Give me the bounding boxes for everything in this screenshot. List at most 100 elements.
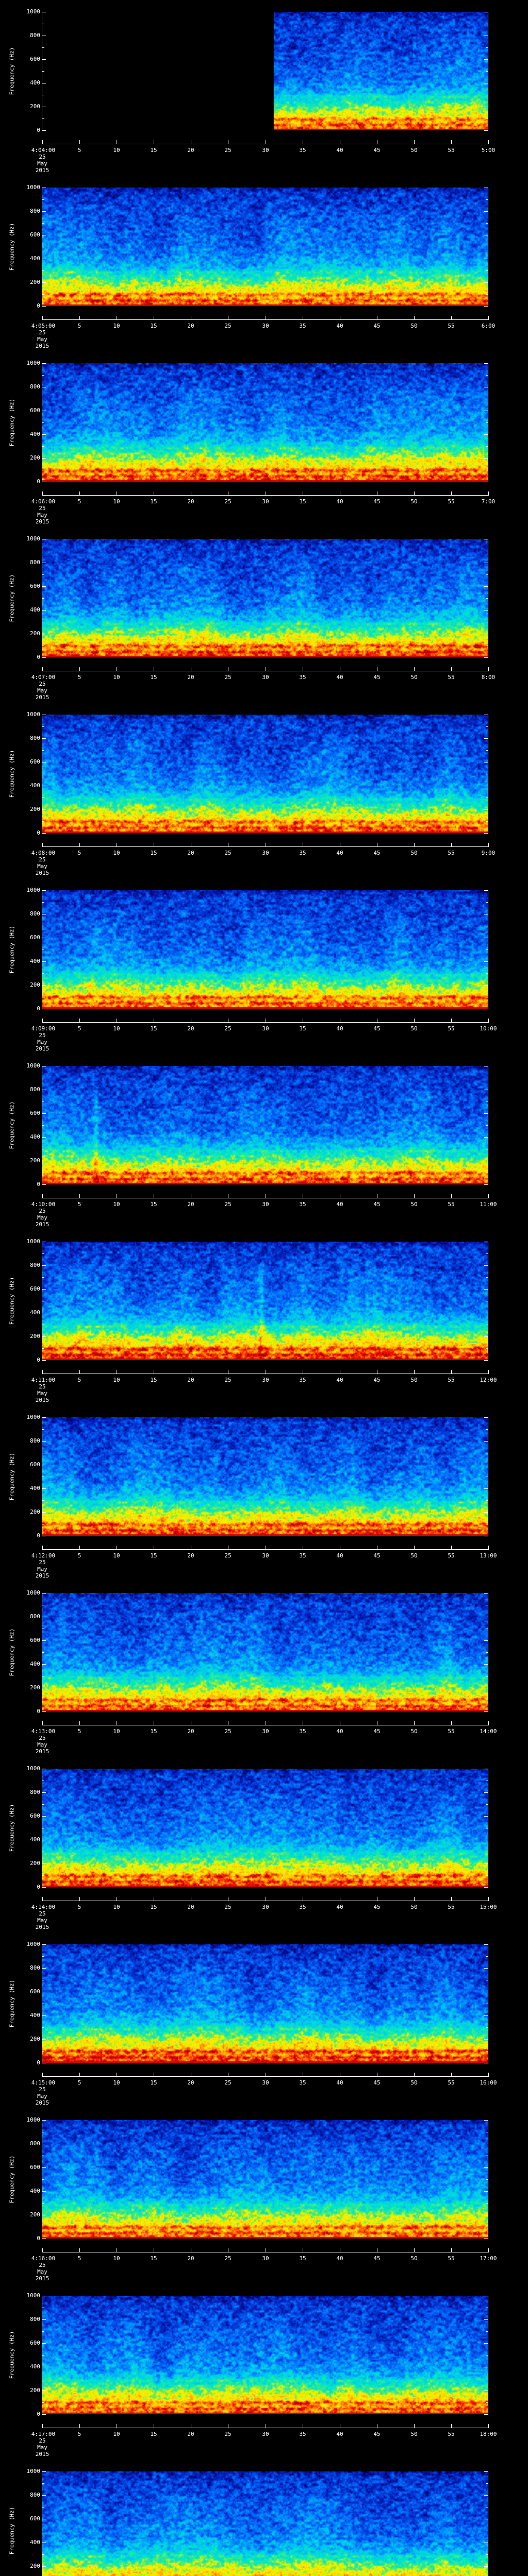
y-tick-mark — [486, 1125, 488, 1126]
y-axis-title: Frequency (Hz) — [8, 574, 15, 622]
x-tick-mark — [451, 1019, 452, 1022]
spectrogram-panel: Frequency (Hz) 0 200 400 600 800 1000 4:08:00 2… — [0, 703, 528, 878]
x-tick-label: 5 — [77, 1025, 81, 1032]
y-tick-label: 600 — [30, 56, 40, 62]
y-tick-mark — [486, 1804, 488, 1805]
x-tick-label: 55 — [448, 1025, 455, 1032]
x-tick-label: 10 — [113, 1025, 120, 1032]
x-tick-label: 20 — [187, 1025, 194, 1032]
date-line: 25 — [39, 1032, 46, 1039]
date-line: May — [37, 863, 47, 870]
date-line: 2015 — [35, 1397, 50, 1403]
x-tick-mark — [488, 2424, 489, 2428]
date-line: 25 — [39, 681, 46, 687]
y-tick-mark — [484, 1441, 488, 1442]
y-tick-mark — [484, 1863, 488, 1864]
x-tick-label: 45 — [373, 323, 381, 329]
x-tick-label: 55 — [448, 1728, 455, 1735]
date-line: 2015 — [35, 1572, 50, 1579]
y-axis-title: Frequency (Hz) — [8, 223, 15, 271]
spectrogram-image — [42, 363, 488, 482]
y-tick-mark — [486, 118, 488, 119]
x-tick-mark — [451, 667, 452, 671]
y-tick-mark — [42, 726, 44, 727]
y-tick-mark — [484, 809, 488, 810]
x-tick-label: 20 — [187, 674, 194, 681]
x-tick-label: 15 — [150, 498, 157, 505]
date-line: 25 — [39, 1208, 46, 1214]
y-tick-label: 200 — [30, 1333, 40, 1340]
y-tick-mark — [486, 1652, 488, 1653]
x-tick-label: 50 — [410, 1025, 418, 1032]
x-tick-label: 55 — [448, 850, 455, 856]
x-tick-mark — [488, 1546, 489, 1549]
x-tick-mark — [79, 2424, 80, 2428]
x-tick-label: 30 — [262, 498, 269, 505]
spectrogram-panel: Frequency (Hz) 0 200 400 600 800 1000 4:09:00 2… — [0, 878, 528, 1054]
spectrogram-image — [42, 1242, 488, 1360]
y-tick-label: 800 — [30, 735, 40, 741]
x-end-time-label: 10:00 — [480, 1025, 497, 1032]
y-tick-mark — [486, 2554, 488, 2555]
y-tick-mark — [484, 586, 488, 587]
y-tick-mark — [484, 1137, 488, 1138]
x-tick-label: 45 — [373, 147, 381, 154]
x-tick-label: 20 — [187, 850, 194, 856]
y-tick-mark — [486, 598, 488, 599]
spectrogram-panel: Frequency (Hz) 0 200 400 600 800 1000 4:10:00 2… — [0, 1054, 528, 1230]
y-tick-label: 1000 — [26, 1062, 41, 1069]
y-tick-mark — [484, 890, 488, 891]
y-axis-title: Frequency (Hz) — [8, 2331, 15, 2379]
x-start-time-label: 4:04:00 — [31, 147, 56, 154]
spectrogram-panel: Frequency (Hz) 0 200 400 600 800 1000 4:13:00 2… — [0, 1581, 528, 1757]
x-tick-mark — [451, 1897, 452, 1901]
x-tick-mark — [42, 2248, 43, 2252]
x-tick-mark — [42, 1546, 43, 1549]
y-tick-mark — [486, 1875, 488, 1876]
spectrogram-image — [42, 188, 488, 306]
y-tick-label: 200 — [30, 2211, 40, 2218]
y-tick-label: 600 — [30, 2340, 40, 2346]
y-tick-mark — [42, 2015, 46, 2016]
y-tick-label: 600 — [30, 1988, 40, 1995]
y-tick-mark — [42, 610, 46, 611]
x-tick-mark — [451, 492, 452, 495]
y-tick-label: 200 — [30, 2036, 40, 2042]
y-tick-mark — [484, 1711, 488, 1712]
x-tick-mark — [451, 2248, 452, 2252]
x-tick-mark — [488, 1370, 489, 1374]
y-tick-mark — [484, 282, 488, 283]
x-tick-mark — [488, 316, 489, 319]
x-tick-mark — [79, 1019, 80, 1022]
y-tick-mark — [42, 985, 46, 986]
y-tick-label: 400 — [30, 1309, 40, 1316]
y-tick-label: 800 — [30, 1262, 40, 1268]
spectrogram-image — [42, 1944, 488, 2063]
x-tick-mark — [79, 667, 80, 671]
x-tick-mark — [79, 843, 80, 846]
x-tick-label: 35 — [299, 1025, 306, 1032]
y-tick-label: 200 — [30, 2387, 40, 2394]
x-start-time-label: 4:17:00 — [31, 2431, 56, 2437]
spectrogram-panel: Frequency (Hz) 0 200 400 600 800 1000 4:17:00 2… — [0, 2284, 528, 2460]
date-line: 2015 — [35, 343, 50, 349]
x-tick-label: 25 — [224, 674, 232, 681]
x-tick-label: 40 — [336, 323, 343, 329]
y-tick-mark — [42, 1441, 46, 1442]
x-tick-mark — [488, 140, 489, 144]
x-tick-label: 40 — [336, 1201, 343, 1208]
x-tick-label: 30 — [262, 1904, 269, 1910]
y-tick-mark — [42, 1640, 46, 1641]
y-tick-label: 600 — [30, 934, 40, 941]
x-tick-label: 45 — [373, 1728, 381, 1735]
y-tick-label: 600 — [30, 231, 40, 238]
y-axis-title: Frequency (Hz) — [8, 1979, 15, 2028]
date-line: 25 — [39, 2086, 46, 2093]
y-tick-mark — [486, 375, 488, 376]
x-tick-label: 30 — [262, 1552, 269, 1559]
x-tick-label: 5 — [77, 498, 81, 505]
x-tick-label: 25 — [224, 1025, 232, 1032]
y-tick-label: 0 — [37, 1708, 40, 1715]
x-tick-label: 40 — [336, 498, 343, 505]
y-tick-mark — [42, 1711, 46, 1712]
